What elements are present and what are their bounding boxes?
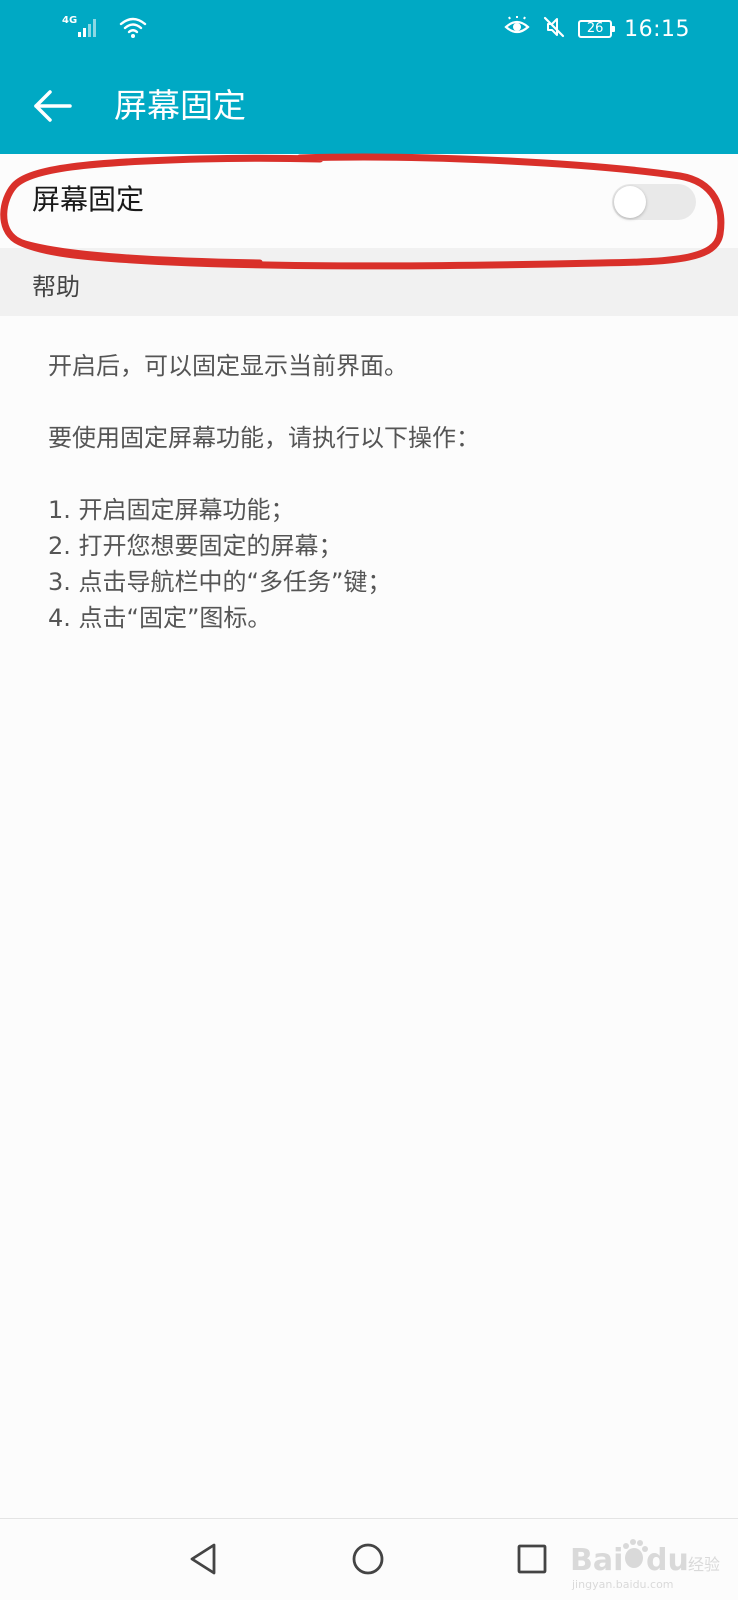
status-bar: 4G 26 16:15 xyxy=(0,0,738,58)
signal-icon xyxy=(77,16,99,42)
eye-comfort-icon xyxy=(504,16,530,42)
battery-icon: 26 xyxy=(578,20,616,38)
nav-recent-icon xyxy=(517,1544,547,1574)
nav-back-button[interactable] xyxy=(180,1535,228,1583)
svg-text:du: du xyxy=(646,1543,689,1578)
nav-recent-button[interactable] xyxy=(508,1535,556,1583)
help-intro: 开启后，可以固定显示当前界面。 xyxy=(48,352,408,380)
nav-home-button[interactable] xyxy=(344,1535,392,1583)
help-step: 3. 点击导航栏中的“多任务”键； xyxy=(48,568,392,596)
baidu-watermark-logo: Bai du 经验 jingyan.baidu.com xyxy=(570,1539,720,1591)
help-body: 开启后，可以固定显示当前界面。 要使用固定屏幕功能，请执行以下操作： 1. 开启… xyxy=(48,348,698,636)
wifi-icon xyxy=(119,15,147,43)
back-button[interactable] xyxy=(24,78,80,134)
svg-text:jingyan.baidu.com: jingyan.baidu.com xyxy=(571,1578,674,1591)
network-type-label: 4G xyxy=(62,15,78,26)
page-title: 屏幕固定 xyxy=(114,86,246,125)
screen-pinning-switch[interactable] xyxy=(612,184,696,220)
screen: 4G 26 16:15 屏幕固定 屏幕固定 帮助 开启后，可以固定显示当前界面。… xyxy=(0,0,738,1600)
mute-icon xyxy=(542,15,566,43)
help-instruction: 要使用固定屏幕功能，请执行以下操作： xyxy=(48,424,480,452)
setting-row-screen-pinning[interactable]: 屏幕固定 xyxy=(0,154,738,248)
help-section-header: 帮助 xyxy=(0,248,738,316)
nav-home-icon xyxy=(352,1543,384,1575)
status-left: 4G xyxy=(62,16,147,42)
switch-knob xyxy=(614,186,646,218)
help-step: 1. 开启固定屏幕功能； xyxy=(48,496,295,524)
arrow-left-icon xyxy=(34,90,72,122)
help-step: 2. 打开您想要固定的屏幕； xyxy=(48,532,343,560)
battery-level: 26 xyxy=(586,21,604,36)
clock: 16:15 xyxy=(624,16,690,42)
svg-text:Bai: Bai xyxy=(570,1543,623,1578)
svg-text:经验: 经验 xyxy=(688,1555,720,1574)
setting-label: 屏幕固定 xyxy=(32,183,145,216)
help-title: 帮助 xyxy=(32,273,80,301)
help-step: 4. 点击“固定”图标。 xyxy=(48,604,272,632)
status-right: 26 16:15 xyxy=(504,14,690,44)
app-bar: 屏幕固定 xyxy=(0,58,738,154)
nav-back-icon xyxy=(190,1543,216,1575)
